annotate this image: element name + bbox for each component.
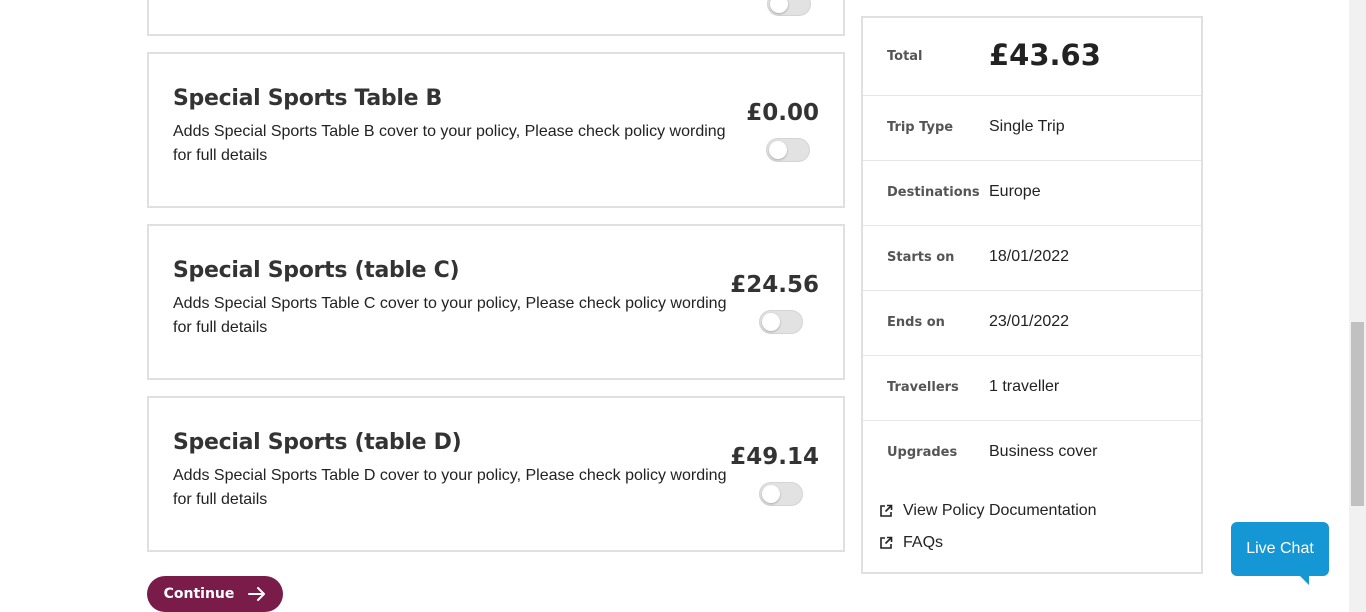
summary-label: Ends on [887,315,945,330]
addon-toggle-table-c[interactable] [759,310,803,334]
external-link-icon [880,536,893,549]
addon-toggle-table-d[interactable] [759,482,803,506]
addon-title: Special Sports Table B [173,86,443,111]
link-label: View Policy Documentation [903,502,1097,519]
addon-price: £24.56 [730,272,819,298]
addon-card-table-b: Special Sports Table B Adds Special Spor… [147,52,845,208]
external-link-icon [880,504,893,517]
addon-toggle-table-b[interactable] [766,138,810,162]
addon-description: Adds Special Sports Table B cover to you… [173,123,726,164]
toggle-knob [762,485,780,503]
chat-bubble-tail [1299,575,1309,585]
live-chat-button[interactable]: Live Chat [1231,522,1329,585]
summary-row-travellers: Travellers 1 traveller [863,356,1201,421]
summary-row-ends-on: Ends on 23/01/2022 [863,291,1201,356]
summary-label: Travellers [887,380,959,395]
addon-toggle-previous[interactable] [767,0,811,16]
summary-value: 1 traveller [989,378,1060,395]
toggle-knob [762,313,780,331]
arrow-right-icon [248,587,266,601]
continue-button[interactable]: Continue [147,576,283,612]
addon-description: Adds Special Sports Table C cover to you… [173,295,727,336]
addon-title: Special Sports (table D) [173,430,462,455]
summary-value: 23/01/2022 [989,313,1070,330]
summary-row-total: Total £43.63 [863,18,1201,96]
link-label: FAQs [903,534,944,551]
addon-card-table-d: Special Sports (table D) Adds Special Sp… [147,396,845,552]
summary-label: Trip Type [887,120,954,135]
summary-label: Starts on [887,250,955,265]
summary-value: Business cover [989,443,1098,460]
live-chat-label: Live Chat [1246,540,1314,557]
summary-label: Upgrades [887,445,958,460]
summary-value: Single Trip [989,118,1065,135]
addon-title: Special Sports (table C) [173,258,460,283]
summary-value: Europe [989,183,1041,200]
addon-description: Adds Special Sports Table D cover to you… [173,467,727,508]
quote-summary-panel: Total £43.63 Trip Type Single Trip Desti… [861,16,1203,574]
scrollbar-thumb[interactable] [1351,322,1364,506]
summary-row-upgrades: Upgrades Business cover [863,421,1201,486]
summary-row-trip-type: Trip Type Single Trip [863,96,1201,161]
faqs-link[interactable]: FAQs [879,534,943,552]
toggle-knob [769,141,787,159]
summary-value: 18/01/2022 [989,248,1070,265]
summary-row-starts-on: Starts on 18/01/2022 [863,226,1201,291]
total-price: £43.63 [989,38,1101,72]
addon-card-table-c: Special Sports (table C) Adds Special Sp… [147,224,845,380]
continue-label: Continue [163,586,235,602]
toggle-knob [770,0,788,13]
addon-price: £0.00 [746,100,819,126]
summary-row-destinations: Destinations Europe [863,161,1201,226]
view-policy-documentation-link[interactable]: View Policy Documentation [879,502,1097,520]
addon-price: £49.14 [730,444,819,470]
summary-label: Destinations [887,185,980,200]
page-scrollbar[interactable] [1349,0,1366,612]
addon-card-previous [147,0,845,36]
summary-label: Total [887,49,923,64]
